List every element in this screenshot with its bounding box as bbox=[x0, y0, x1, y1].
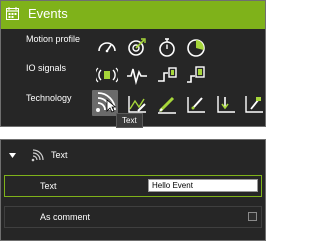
marker-icon[interactable] bbox=[185, 93, 207, 115]
as-comment-row: As comment bbox=[4, 206, 262, 228]
events-panel: Events Motion profile IO signals Technol… bbox=[0, 0, 266, 128]
edge-flag-icon[interactable] bbox=[185, 64, 207, 86]
mouse-cursor-icon bbox=[106, 99, 116, 113]
properties-panel: Text Text Hello Event As comment bbox=[0, 139, 266, 241]
calendar-icon bbox=[6, 7, 19, 20]
as-comment-label: As comment bbox=[40, 212, 91, 222]
events-title: Events bbox=[28, 6, 68, 21]
as-comment-checkbox[interactable] bbox=[248, 212, 257, 221]
speedometer-icon[interactable] bbox=[96, 36, 118, 58]
text-value-input[interactable]: Hello Event bbox=[148, 179, 258, 192]
properties-header[interactable]: Text bbox=[1, 146, 265, 166]
events-header: Events bbox=[1, 1, 265, 29]
row-label-io-signals: IO signals bbox=[26, 63, 67, 73]
stopwatch-icon[interactable] bbox=[156, 36, 178, 58]
properties-header-label: Text bbox=[51, 150, 68, 160]
chevron-down-icon[interactable] bbox=[9, 152, 16, 159]
waveform-icon[interactable] bbox=[126, 64, 148, 86]
tooltip: Text bbox=[116, 113, 143, 128]
text-property-row: Text Hello Event bbox=[4, 175, 262, 197]
graph-down-icon[interactable] bbox=[215, 93, 237, 115]
io-signal-icon[interactable] bbox=[96, 64, 118, 86]
pen-icon[interactable] bbox=[156, 93, 178, 115]
text-property-label: Text bbox=[40, 181, 57, 191]
flag-plot-icon[interactable] bbox=[243, 93, 265, 115]
target-icon[interactable] bbox=[126, 36, 148, 58]
edge-rise-icon[interactable] bbox=[156, 64, 178, 86]
text-event-icon bbox=[31, 149, 44, 162]
row-label-motion-profile: Motion profile bbox=[26, 34, 81, 44]
row-label-technology: Technology bbox=[26, 93, 72, 103]
timer-icon[interactable] bbox=[185, 36, 207, 58]
technology-plot-icon[interactable] bbox=[126, 93, 148, 115]
